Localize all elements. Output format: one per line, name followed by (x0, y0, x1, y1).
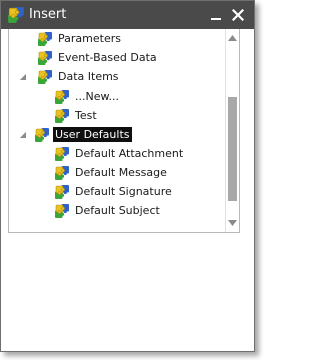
insert-dialog: Insert Parameters Event-Based Data ◢ Dat… (0, 0, 255, 352)
vertical-scrollbar[interactable] (225, 29, 239, 232)
tree-item-label: Data Items (58, 70, 119, 83)
tree-item-label: Default Signature (75, 185, 172, 198)
tree-item-event-based-data[interactable]: Event-Based Data (37, 48, 159, 67)
puzzle-icon (54, 203, 70, 219)
scroll-up-arrow-icon (228, 35, 237, 41)
tree-item-new[interactable]: ...New... (54, 87, 121, 106)
close-button[interactable] (228, 5, 248, 25)
tree-item-default-signature[interactable]: Default Signature (54, 182, 174, 201)
scrollbar-thumb[interactable] (228, 97, 237, 201)
puzzle-icon (54, 108, 70, 124)
tree-item-test[interactable]: Test (54, 106, 99, 125)
tree-item-default-subject[interactable]: Default Subject (54, 201, 162, 220)
tree-item-label: Default Subject (75, 204, 160, 217)
tree-item-default-attachment[interactable]: Default Attachment (54, 144, 185, 163)
collapse-arrow-icon[interactable]: ◢ (19, 73, 27, 81)
scroll-up-button[interactable] (226, 31, 239, 45)
tree-item-label: Default Attachment (75, 147, 184, 160)
scroll-down-button[interactable] (226, 216, 239, 230)
puzzle-icon (54, 146, 70, 162)
tree-item-default-message[interactable]: Default Message (54, 163, 169, 182)
puzzle-icon (37, 50, 53, 66)
puzzle-icon (34, 127, 50, 143)
tree-item-parameters[interactable]: Parameters (37, 29, 123, 48)
puzzle-icon (37, 31, 53, 47)
tree-item-label: Parameters (58, 32, 121, 45)
tree-item-data-items[interactable]: Data Items (37, 67, 121, 86)
tree-item-label: User Defaults (53, 127, 132, 142)
tree-item-label: Default Message (75, 166, 167, 179)
puzzle-icon (54, 89, 70, 105)
scroll-down-arrow-icon (228, 220, 237, 226)
title-bar[interactable]: Insert (1, 1, 254, 29)
insert-tree[interactable]: Parameters Event-Based Data ◢ Data Items… (8, 29, 240, 233)
close-icon (232, 9, 244, 21)
tree-item-label: ...New... (75, 90, 119, 103)
puzzle-icon (37, 69, 53, 85)
tree-item-label: Event-Based Data (58, 51, 157, 64)
puzzle-icon (54, 165, 70, 181)
puzzle-icon (7, 6, 25, 24)
window-title: Insert (29, 7, 67, 22)
collapse-arrow-icon[interactable]: ◢ (19, 131, 27, 139)
puzzle-icon (54, 184, 70, 200)
tree-item-label: Test (75, 109, 97, 122)
tree-item-user-defaults[interactable]: User Defaults (34, 125, 132, 144)
minimize-icon (211, 18, 221, 20)
minimize-button[interactable] (206, 5, 226, 25)
